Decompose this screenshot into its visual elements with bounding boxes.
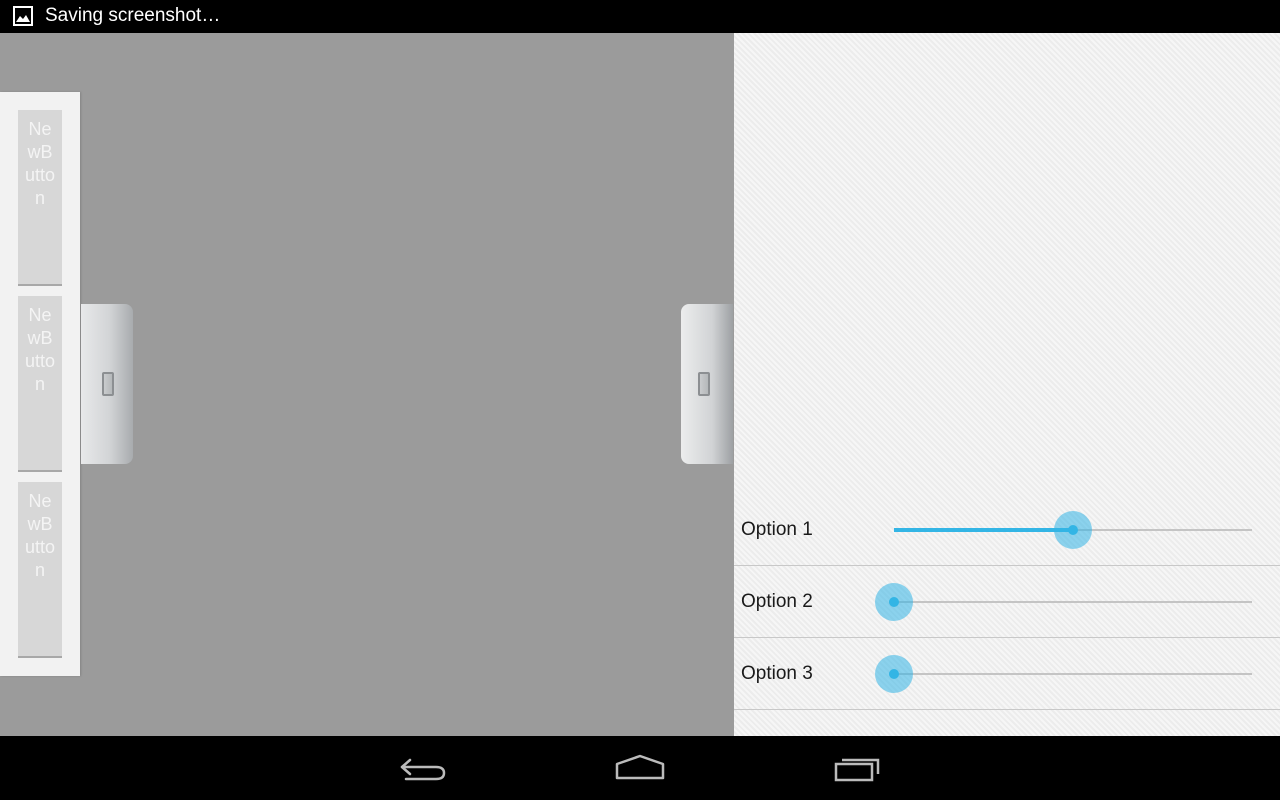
slider-thumb[interactable] bbox=[875, 583, 913, 621]
status-notification-text: Saving screenshot… bbox=[45, 5, 221, 26]
navigation-bar bbox=[0, 736, 1280, 800]
option-row-3: Option 3 bbox=[734, 638, 1280, 710]
new-button-1[interactable]: NewButton bbox=[18, 110, 62, 286]
new-button-2[interactable]: NewButton bbox=[18, 296, 62, 472]
slider-track bbox=[894, 673, 1252, 675]
option-3-slider[interactable] bbox=[875, 638, 1252, 709]
option-label: Option 2 bbox=[741, 591, 813, 612]
right-drawer-handle[interactable] bbox=[681, 304, 733, 464]
option-row-1: Option 1 bbox=[734, 494, 1280, 566]
option-1-slider[interactable] bbox=[894, 494, 1252, 565]
back-icon[interactable] bbox=[394, 750, 454, 786]
main-content: NewButton NewButton NewButton Option 1 O… bbox=[0, 33, 1280, 736]
recent-apps-icon[interactable] bbox=[828, 750, 888, 786]
option-2-slider[interactable] bbox=[875, 566, 1252, 637]
image-icon bbox=[13, 6, 33, 26]
status-bar: Saving screenshot… bbox=[0, 0, 1280, 33]
slider-track bbox=[894, 601, 1252, 603]
slider-thumb[interactable] bbox=[1054, 511, 1092, 549]
left-drawer-handle[interactable] bbox=[81, 304, 133, 464]
new-button-3[interactable]: NewButton bbox=[18, 482, 62, 658]
option-label: Option 3 bbox=[741, 663, 813, 684]
slider-fill bbox=[894, 528, 1073, 532]
home-icon[interactable] bbox=[610, 750, 670, 786]
slider-thumb[interactable] bbox=[875, 655, 913, 693]
grip-icon bbox=[102, 372, 114, 396]
options-panel: Option 1 Option 2 Option 3 bbox=[734, 33, 1280, 736]
option-row-2: Option 2 bbox=[734, 566, 1280, 638]
grip-icon bbox=[698, 372, 710, 396]
option-label: Option 1 bbox=[741, 519, 813, 540]
left-content-area: NewButton NewButton NewButton bbox=[0, 33, 734, 736]
button-panel: NewButton NewButton NewButton bbox=[0, 92, 80, 676]
